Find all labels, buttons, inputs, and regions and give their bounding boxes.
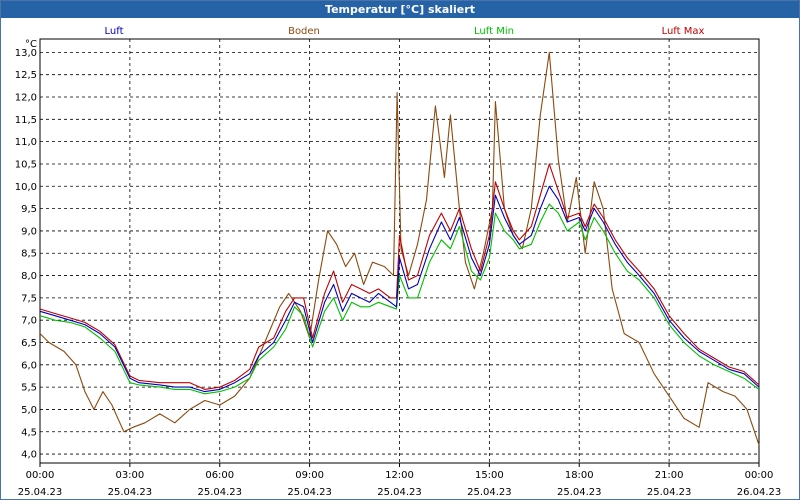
x-tick-time: 21:00 — [655, 470, 684, 481]
y-axis-label: °C — [25, 39, 37, 50]
y-tick-label: 4,0 — [21, 450, 37, 461]
x-tick-date: 26.04.23 — [737, 487, 782, 498]
y-tick-label: 11,0 — [15, 137, 37, 148]
y-tick-label: 8,0 — [21, 271, 37, 282]
y-tick-label: 4,5 — [21, 427, 37, 438]
x-tick-date: 25.04.23 — [18, 487, 63, 498]
x-tick-date: 25.04.23 — [377, 487, 422, 498]
x-tick-date: 25.04.23 — [108, 487, 153, 498]
y-tick-label: 9,5 — [21, 204, 37, 215]
y-tick-label: 5,5 — [21, 383, 37, 394]
y-tick-label: 10,5 — [15, 159, 37, 170]
y-tick-label: 6,0 — [21, 360, 37, 371]
line-chart: 4,0 4,5 5,0 5,5 6,0 6,5 7,0 7,5 8,0 8,5 9,0 9,5 10,0… — [15, 26, 782, 498]
legend-entry: Boden — [288, 26, 320, 37]
x-tick-time: 03:00 — [115, 470, 144, 481]
legend-entry: Luft — [105, 26, 124, 37]
x-tick-date: 25.04.23 — [197, 487, 242, 498]
x-tick-time: 06:00 — [205, 470, 234, 481]
chart-window: Temperatur [°C] skaliert 4,0 4,5 5,0 5,5 6,0… — [0, 0, 800, 500]
y-tick-label: 7,0 — [21, 316, 37, 327]
y-tick-label: 6,5 — [21, 338, 37, 349]
x-tick-time: 15:00 — [475, 470, 504, 481]
y-tick-label: 8,5 — [21, 249, 37, 260]
legend-entry: Luft Min — [474, 26, 514, 37]
x-tick-date: 25.04.23 — [647, 487, 692, 498]
y-tick-label: 12,0 — [15, 93, 37, 104]
x-tick-time: 12:00 — [385, 470, 414, 481]
y-tick-label: 5,0 — [21, 405, 37, 416]
y-tick-label: 10,0 — [15, 182, 37, 193]
x-tick-time: 09:00 — [295, 470, 324, 481]
x-tick-time: 18:00 — [565, 470, 594, 481]
x-tick-time: 00:00 — [26, 470, 55, 481]
legend-entry: Luft Max — [662, 26, 705, 37]
y-tick-label: 12,5 — [15, 70, 37, 81]
x-tick-time: 00:00 — [745, 470, 774, 481]
y-tick-label: 11,5 — [15, 115, 37, 126]
x-tick-date: 25.04.23 — [557, 487, 602, 498]
y-tick-label: 7,5 — [21, 293, 37, 304]
x-tick-date: 25.04.23 — [467, 487, 512, 498]
x-tick-date: 25.04.23 — [287, 487, 332, 498]
y-tick-label: 9,0 — [21, 226, 37, 237]
